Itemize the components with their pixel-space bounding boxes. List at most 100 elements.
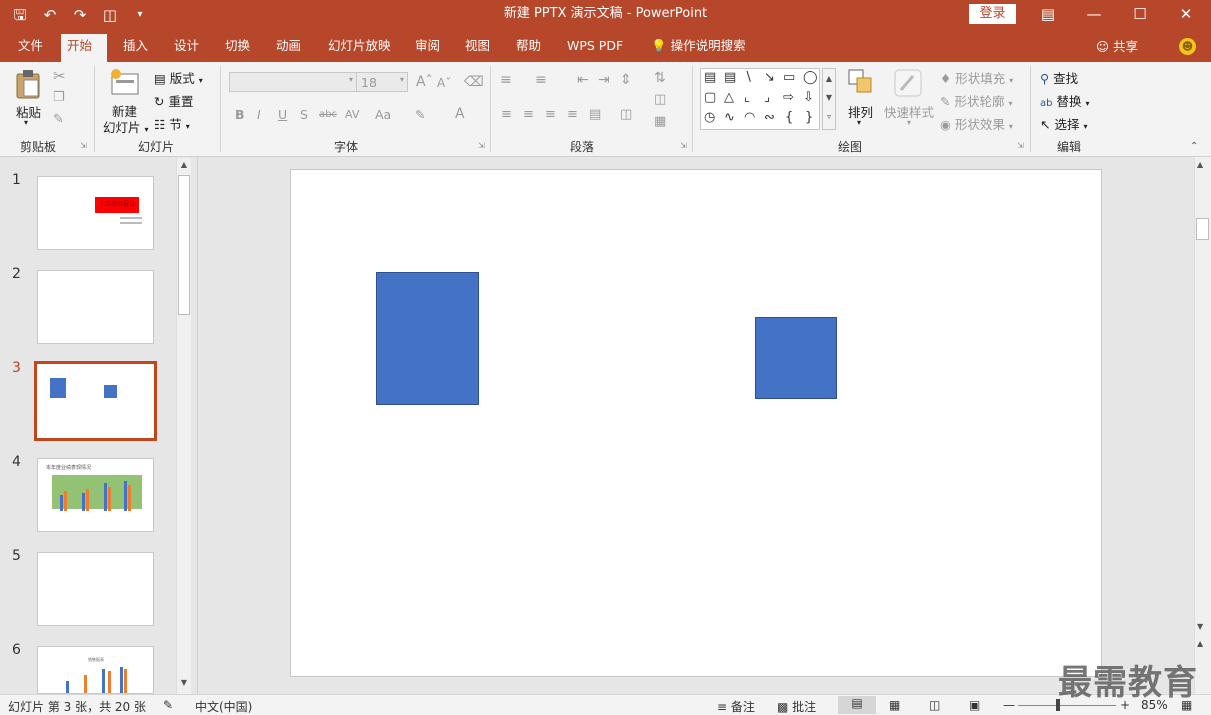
align-center-icon[interactable]: ≡ — [523, 107, 534, 122]
tab-design[interactable]: 设计 — [168, 34, 205, 62]
language-status[interactable]: 中文(中国) — [195, 698, 252, 715]
vertical-textbox-shape-icon[interactable]: ▤ — [724, 70, 736, 85]
quick-styles-icon[interactable] — [893, 68, 923, 101]
tab-animations[interactable]: 动画 — [270, 34, 307, 62]
arc-shape-icon[interactable]: ◠ — [744, 110, 755, 125]
scroll-up-icon[interactable]: ▲ — [1197, 160, 1203, 169]
right-brace-shape-icon[interactable]: } — [805, 110, 813, 125]
slideshow-view-icon[interactable]: ▣ — [969, 698, 980, 712]
align-text-icon[interactable]: ◫ — [654, 92, 666, 107]
clipboard-launcher-icon[interactable]: ⇲ — [80, 141, 87, 150]
shapes-gallery-scroll[interactable]: ▲ ▼ ▿ — [822, 68, 836, 130]
drawing-launcher-icon[interactable]: ⇲ — [1017, 141, 1024, 150]
section-button[interactable]: ☷ 节 ▾ — [154, 114, 190, 133]
slide-thumbnail-3[interactable] — [34, 361, 157, 441]
shape-outline-button[interactable]: ✎ 形状轮廓 ▾ — [940, 91, 1012, 110]
rectangle-shape-small[interactable] — [755, 317, 837, 399]
scroll-down-icon[interactable]: ▼ — [178, 678, 190, 690]
align-right-icon[interactable]: ≡ — [545, 107, 556, 122]
align-left-icon[interactable]: ≡ — [501, 107, 512, 122]
textbox-shape-icon[interactable]: ▤ — [704, 70, 716, 85]
undo-icon[interactable]: ↶ — [38, 4, 62, 26]
replace-button[interactable]: ab 替换 ▾ — [1040, 91, 1089, 110]
slide-thumbnail-5[interactable] — [37, 552, 154, 626]
connector-shape-icon[interactable]: ⌞ — [744, 90, 750, 105]
rounded-rect-shape-icon[interactable]: ▢ — [704, 90, 716, 105]
tab-wps-pdf[interactable]: WPS PDF — [561, 34, 629, 62]
bullets-icon[interactable]: ≡ — [500, 72, 512, 88]
scroll-down-icon[interactable]: ▼ — [1197, 622, 1203, 631]
rectangle-shape-large[interactable] — [376, 272, 479, 405]
zoom-slider[interactable] — [1018, 705, 1116, 706]
share-button[interactable]: ☺ 共享 — [1096, 36, 1138, 55]
slide-sorter-icon[interactable]: ▦ — [889, 698, 900, 712]
increase-indent-icon[interactable]: ⇥ — [598, 72, 610, 88]
font-size-combo[interactable]: 18 ▾ — [356, 72, 408, 92]
arrow-line-shape-icon[interactable]: ↘ — [764, 70, 775, 85]
paste-dropdown-icon[interactable]: ▾ — [24, 118, 28, 127]
slide-thumbnail-2[interactable] — [37, 270, 154, 344]
font-color-icon[interactable]: A — [455, 106, 465, 122]
scroll-up-icon[interactable]: ▲ — [178, 160, 190, 172]
current-slide[interactable] — [290, 169, 1102, 677]
text-shadow-icon[interactable]: S — [300, 107, 308, 122]
elbow-connector-shape-icon[interactable]: ⌟ — [764, 90, 770, 105]
triangle-shape-icon[interactable]: △ — [724, 90, 734, 105]
tab-file[interactable]: 文件 — [12, 34, 49, 62]
comments-button[interactable]: ▩ 批注 — [777, 698, 816, 715]
shape-effects-button[interactable]: ◉ 形状效果 ▾ — [940, 114, 1013, 133]
curve-shape-icon[interactable]: ∾ — [764, 110, 775, 125]
line-spacing-icon[interactable]: ⇕ — [620, 72, 632, 88]
char-spacing-icon[interactable]: AV — [345, 108, 359, 121]
maximize-icon[interactable]: ☐ — [1117, 0, 1163, 30]
justify-icon[interactable]: ≡ — [567, 107, 578, 122]
login-button[interactable]: 登录 — [969, 4, 1016, 24]
tab-home[interactable]: 开始 — [61, 34, 107, 62]
customize-qat-icon[interactable]: ▾ — [128, 4, 152, 26]
smartart-icon[interactable]: ▦ — [654, 114, 666, 129]
scribble-shape-icon[interactable]: ∿ — [724, 110, 735, 125]
strikethrough-icon[interactable]: abc — [319, 109, 337, 120]
slide-scrollbar[interactable]: ▲ ▼ ▲ — [1194, 157, 1211, 694]
freeform-shape-icon[interactable]: ◷ — [704, 110, 715, 125]
spellcheck-icon[interactable]: ✎ — [163, 698, 173, 712]
select-button[interactable]: ↖ 选择 ▾ — [1040, 114, 1087, 133]
line-shape-icon[interactable]: ∖ — [744, 70, 752, 85]
format-painter-icon[interactable]: ✎ — [53, 112, 64, 127]
oval-shape-icon[interactable]: ◯ — [803, 70, 818, 85]
tab-insert[interactable]: 插入 — [117, 34, 154, 62]
new-slide-button[interactable]: 幻灯片 ▾ — [103, 117, 149, 136]
slide-thumbnail-4[interactable]: 本年度业绩表现情况 — [37, 458, 154, 532]
tab-review[interactable]: 审阅 — [409, 34, 446, 62]
minimize-icon[interactable]: — — [1071, 0, 1117, 30]
ribbon-display-options-icon[interactable]: ▤ — [1025, 0, 1071, 30]
layout-button[interactable]: ▤ 版式 ▾ — [154, 68, 203, 87]
tab-help[interactable]: 帮助 — [510, 34, 547, 62]
normal-view-icon[interactable]: ▤ — [838, 696, 876, 714]
quick-styles-dropdown-icon[interactable]: ▾ — [907, 118, 911, 127]
text-direction-icon[interactable]: ⇅ — [654, 70, 666, 86]
scroll-thumb[interactable] — [1196, 218, 1209, 240]
arrange-dropdown-icon[interactable]: ▾ — [857, 118, 861, 127]
underline-icon[interactable]: U — [278, 107, 287, 122]
new-slide-icon[interactable] — [110, 68, 142, 99]
slide-thumbnail-6[interactable]: 销售报表 — [37, 646, 154, 694]
arrange-icon[interactable] — [847, 68, 875, 99]
zoom-out-icon[interactable]: — — [1003, 698, 1015, 712]
decrease-font-icon[interactable]: Aˇ — [437, 76, 451, 90]
change-case-icon[interactable]: Aa — [375, 107, 391, 122]
rectangle-shape-icon[interactable]: ▭ — [783, 70, 795, 85]
feedback-smiley-icon[interactable]: ☻ — [1179, 38, 1196, 55]
scroll-thumb[interactable] — [178, 175, 190, 315]
cut-icon[interactable]: ✂ — [53, 67, 66, 85]
copy-icon[interactable]: ❐ — [53, 90, 65, 105]
notes-button[interactable]: ≡ 备注 — [717, 698, 755, 715]
right-arrow-shape-icon[interactable]: ⇨ — [783, 90, 794, 105]
italic-icon[interactable]: I — [257, 107, 261, 122]
shape-fill-button[interactable]: ♦ 形状填充 ▾ — [940, 68, 1013, 87]
thumbnail-scrollbar[interactable]: ▲ ▼ — [176, 158, 191, 694]
reset-button[interactable]: ↻ 重置 — [154, 91, 193, 110]
shapes-gallery[interactable]: ▤ ▤ ∖ ↘ ▭ ◯ ▢ △ ⌞ ⌟ ⇨ ⇩ ◷ ∿ ◠ ∾ { } — [700, 68, 820, 130]
redo-icon[interactable]: ↷ — [68, 4, 92, 26]
highlight-icon[interactable]: ✎ — [415, 107, 425, 122]
